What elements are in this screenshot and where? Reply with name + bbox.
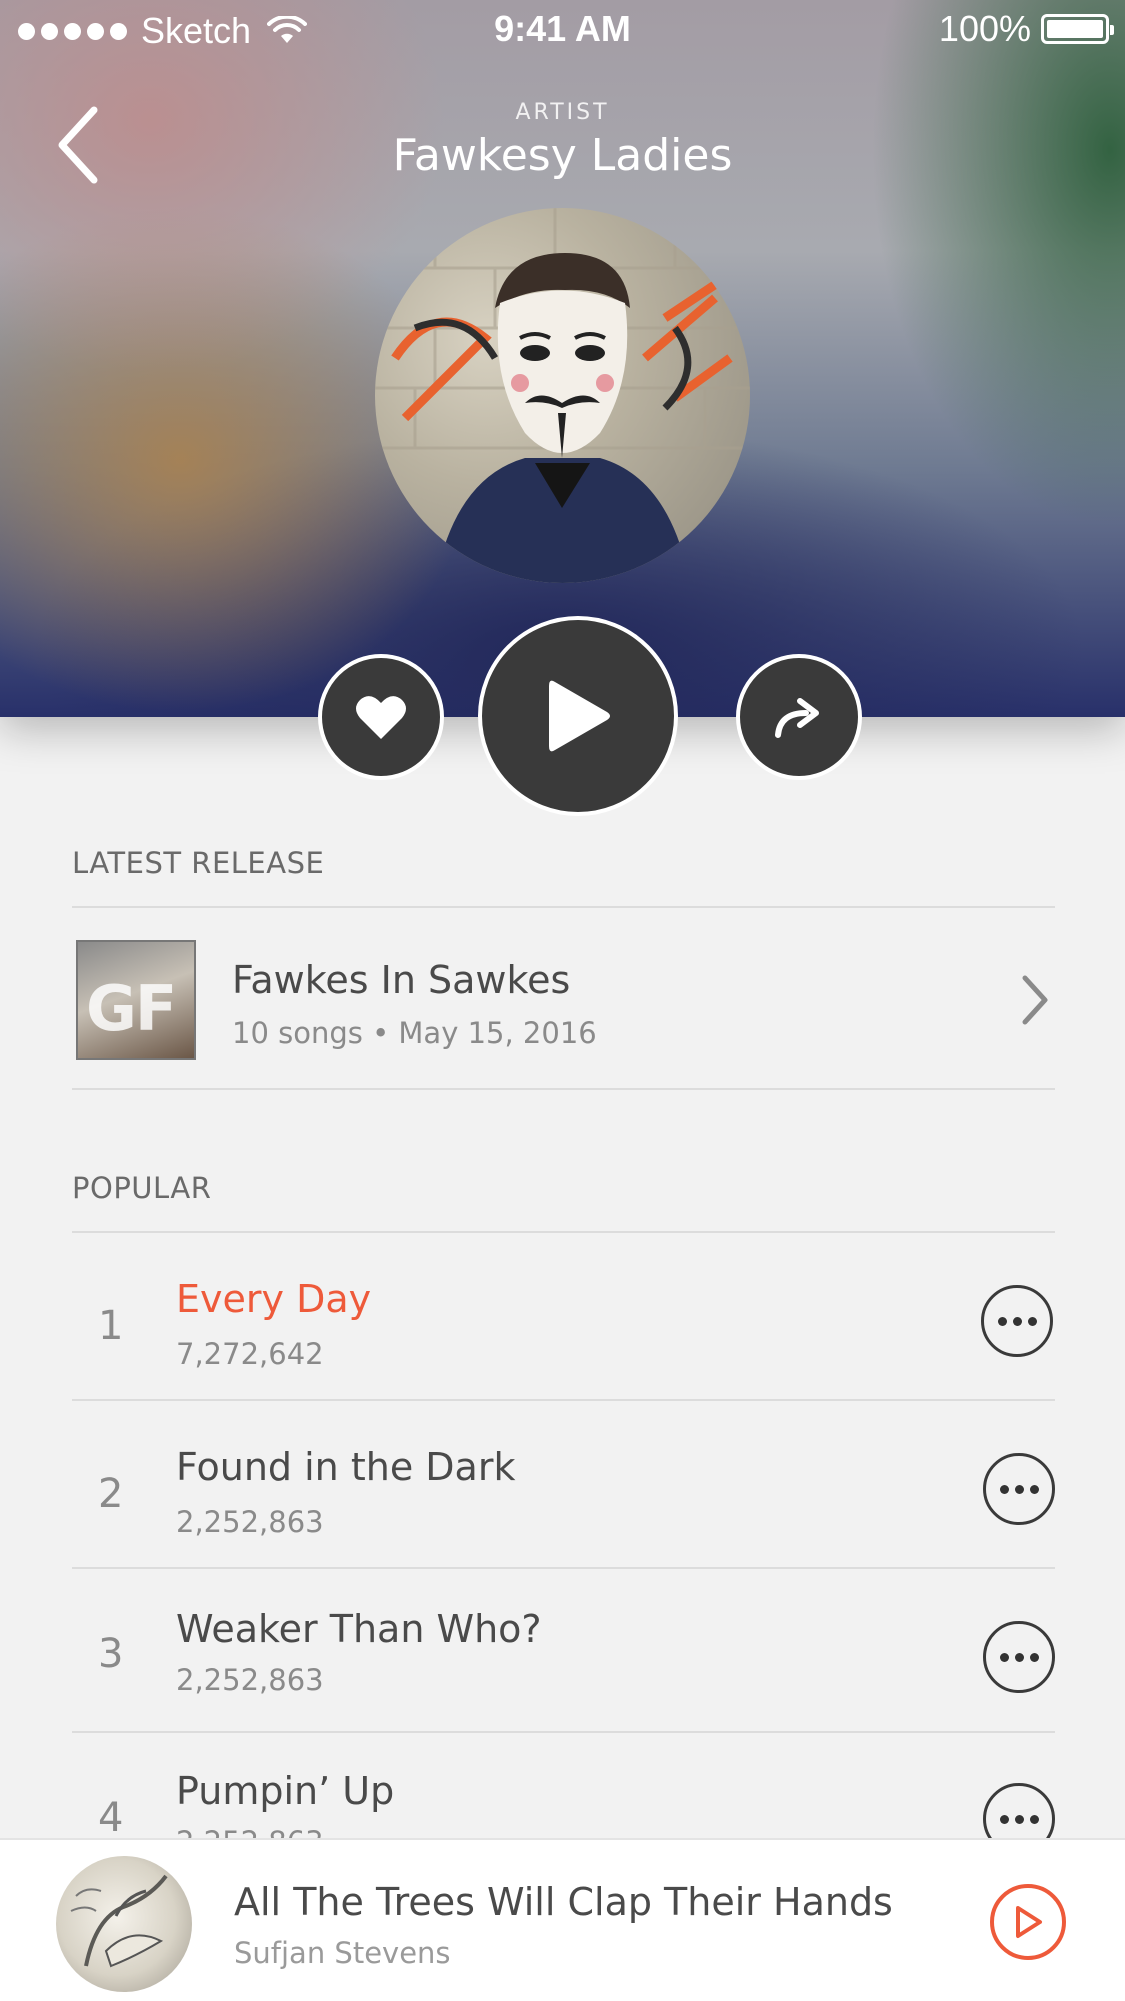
more-options-button[interactable] [983,1453,1055,1525]
latest-release-item[interactable]: GF Fawkes In Sawkes 10 songs • May 15, 2… [72,908,1055,1088]
play-icon [549,680,610,752]
artist-photo [375,208,750,583]
divider [72,1088,1055,1090]
track-plays: 2,252,863 [176,1663,324,1697]
track-title: Found in the Dark [176,1445,516,1489]
battery-percent: 100% [938,8,1031,49]
track-row[interactable]: 2 Found in the Dark 2,252,863 [72,1401,1055,1567]
more-icon [999,1652,1009,1662]
now-playing-title: All The Trees Will Clap Their Hands [234,1880,893,1924]
header-label: ARTIST [515,100,610,125]
share-button[interactable] [736,654,862,780]
now-playing-artist: Sufjan Stevens [234,1936,451,1970]
now-playing-bar[interactable]: All The Trees Will Clap Their Hands Sufj… [0,1838,1125,2001]
now-playing-art [56,1856,192,1992]
album-art: GF [76,940,196,1060]
track-number: 1 [98,1303,124,1349]
more-options-button[interactable] [983,1621,1055,1693]
track-number: 3 [98,1631,124,1677]
track-row[interactable]: 1 Every Day 7,272,642 [72,1233,1055,1399]
latest-release-heading: LATEST RELEASE [72,846,325,880]
track-number: 2 [98,1471,124,1517]
artist-screen: Sketch 9:41 AM 100% ARTIST Fawkesy Ladie… [0,0,1125,2001]
more-options-button[interactable] [981,1285,1053,1357]
like-button[interactable] [318,654,444,780]
chevron-right-icon [1022,975,1048,1025]
track-row[interactable]: 3 Weaker Than Who? 2,252,863 [72,1569,1055,1731]
track-plays: 2,252,863 [176,1505,324,1539]
more-icon [999,1814,1009,1824]
track-title: Every Day [176,1277,372,1321]
play-button[interactable] [478,616,678,816]
heart-icon [356,696,406,739]
release-meta: 10 songs • May 15, 2016 [232,1016,597,1050]
now-playing-artwork [70,1874,168,1968]
album-art-text: GF [86,972,177,1045]
track-plays: 7,272,642 [176,1337,324,1371]
artist-avatar [375,208,750,583]
popular-heading: POPULAR [72,1171,212,1205]
more-icon [997,1316,1007,1326]
battery-icon [1041,14,1114,44]
play-outline-icon [1016,1906,1042,1938]
artist-name: Fawkesy Ladies [392,130,733,181]
track-title: Weaker Than Who? [176,1607,542,1651]
share-arrow-icon [775,698,819,738]
more-icon [999,1484,1009,1494]
status-bar: Sketch 9:41 AM 100% [0,0,1125,60]
now-playing-play-button[interactable] [990,1884,1066,1960]
artist-header: Sketch 9:41 AM 100% ARTIST Fawkesy Ladie… [0,0,1125,717]
battery-status: 100% [938,8,1114,50]
release-title: Fawkes In Sawkes [232,958,571,1002]
track-title: Pumpin’ Up [176,1769,395,1813]
track-number: 4 [98,1795,124,1841]
